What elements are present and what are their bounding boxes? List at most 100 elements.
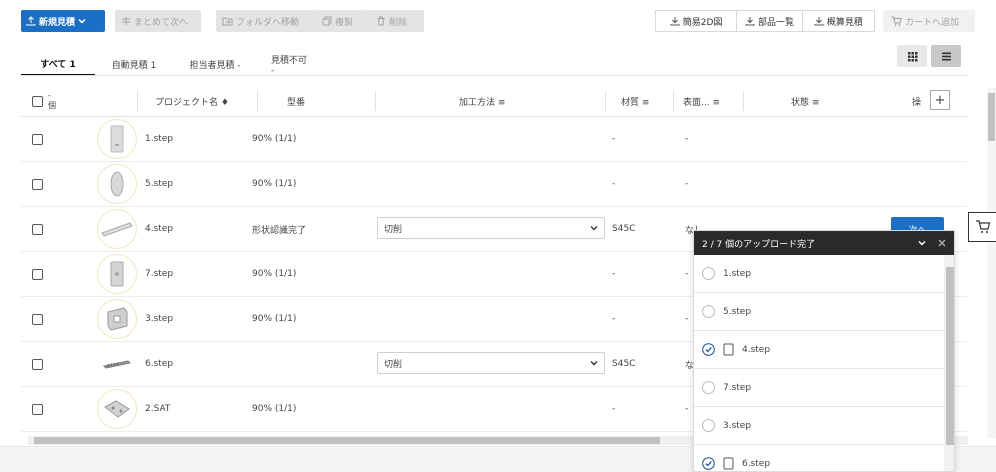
part-thumbnail[interactable] bbox=[97, 162, 137, 206]
simple-2d-label: 簡易2D図 bbox=[682, 17, 723, 28]
upload-file-name: 4.step bbox=[742, 344, 771, 355]
model-number-header[interactable]: 型番 bbox=[287, 85, 305, 117]
part-thumbnail[interactable] bbox=[97, 342, 137, 386]
check-circle-icon bbox=[702, 457, 715, 470]
upload-panel-scrollbar[interactable] bbox=[944, 255, 954, 471]
copy-icon bbox=[322, 16, 332, 26]
move-folder-button[interactable]: フォルダへ移動 bbox=[216, 10, 318, 32]
upload-status-title: 2 / 7 個のアップロード完了 bbox=[702, 239, 816, 250]
add-to-cart-button[interactable]: カートへ追加 bbox=[883, 10, 975, 32]
parts-list-button[interactable]: 部品一覧 bbox=[736, 11, 801, 31]
surface-header[interactable]: 表面... ≡ bbox=[683, 85, 720, 117]
part-thumbnail[interactable] bbox=[97, 207, 137, 251]
upload-item: 7.step bbox=[694, 369, 944, 407]
project-name[interactable]: 6.step bbox=[145, 342, 173, 386]
add-column-button[interactable]: + bbox=[930, 90, 950, 110]
new-quote-label: 新規見積 bbox=[39, 17, 76, 28]
row-checkbox[interactable] bbox=[32, 207, 43, 251]
grid-view-button[interactable] bbox=[897, 45, 927, 67]
material: S45C bbox=[612, 224, 636, 234]
filter-tabs: すべて 1 自動見積 1 担当者見積 - 見積不可 - bbox=[21, 52, 327, 76]
material: S45C bbox=[612, 359, 636, 369]
part-image bbox=[110, 261, 124, 287]
upload-item: 6.step bbox=[694, 445, 944, 471]
processing-method-header[interactable]: 加工方法 ≡ bbox=[459, 85, 505, 117]
merge-icon bbox=[122, 17, 130, 25]
close-icon[interactable] bbox=[938, 239, 946, 247]
select-all-checkbox[interactable] bbox=[32, 85, 43, 117]
project-name[interactable]: 1.step bbox=[145, 117, 173, 161]
material: - bbox=[612, 179, 616, 189]
part-thumbnail[interactable] bbox=[97, 297, 137, 341]
part-image bbox=[107, 307, 128, 331]
folder-move-icon bbox=[222, 17, 233, 26]
row-checkbox[interactable] bbox=[32, 342, 43, 386]
simple-2d-button[interactable]: 簡易2D図 bbox=[656, 11, 736, 31]
processing-method-select[interactable]: 切削 bbox=[377, 352, 605, 374]
part-thumbnail[interactable] bbox=[97, 252, 137, 296]
row-checkbox[interactable] bbox=[32, 162, 43, 206]
cart-icon bbox=[975, 220, 990, 233]
status-header[interactable]: 状態 ≡ bbox=[791, 85, 819, 117]
cart-side-tab[interactable] bbox=[968, 212, 996, 242]
upload-item: 4.step bbox=[694, 331, 944, 369]
tab-all[interactable]: すべて 1 bbox=[21, 52, 95, 76]
part-thumbnail[interactable] bbox=[97, 387, 137, 431]
approx-quote-button[interactable]: 概算見積 bbox=[801, 11, 874, 31]
file-icon bbox=[723, 343, 734, 356]
table-row[interactable]: 1.step 90% (1/1) - - bbox=[21, 117, 967, 162]
add-to-cart-label: カートへ追加 bbox=[905, 17, 960, 28]
list-icon bbox=[941, 52, 951, 60]
next-together-button[interactable]: まとめて次へ bbox=[115, 10, 201, 32]
table-row[interactable]: 5.step 90% (1/1) - - bbox=[21, 162, 967, 207]
project-name[interactable]: 5.step bbox=[145, 162, 173, 206]
file-icon bbox=[723, 457, 734, 470]
project-name[interactable]: 7.step bbox=[145, 252, 173, 296]
material: - bbox=[612, 314, 616, 324]
grid-icon bbox=[907, 51, 917, 61]
upload-panel-header: 2 / 7 個のアップロード完了 bbox=[694, 231, 954, 255]
tab-unquotable[interactable]: 見積不可 - bbox=[257, 52, 327, 76]
row-checkbox[interactable] bbox=[32, 297, 43, 341]
delete-label: 削除 bbox=[389, 17, 408, 28]
model-number: 90% (1/1) bbox=[252, 269, 297, 279]
trash-icon bbox=[377, 16, 385, 26]
upload-file-name: 3.step bbox=[723, 420, 752, 431]
material: - bbox=[612, 269, 616, 279]
model-number: 90% (1/1) bbox=[252, 134, 297, 144]
chevron-down-icon[interactable] bbox=[918, 239, 926, 247]
project-name[interactable]: 2.SAT bbox=[145, 387, 170, 431]
tab-auto-quote[interactable]: 自動見積 1 bbox=[95, 52, 173, 76]
row-checkbox[interactable] bbox=[32, 117, 43, 161]
delete-button[interactable]: 削除 bbox=[366, 10, 424, 32]
chevron-down-icon bbox=[590, 361, 598, 366]
copy-button[interactable]: 複製 bbox=[318, 10, 366, 32]
project-name[interactable]: 4.step bbox=[145, 207, 173, 251]
approx-quote-label: 概算見積 bbox=[826, 17, 863, 28]
cart-icon bbox=[891, 16, 902, 26]
project-name-header[interactable]: プロジェクト名 ♦ bbox=[155, 85, 255, 117]
vertical-scrollbar[interactable] bbox=[987, 88, 996, 438]
upload-file-name: 7.step bbox=[723, 382, 752, 393]
tab-staff-quote[interactable]: 担当者見積 - bbox=[173, 52, 257, 76]
project-name[interactable]: 3.step bbox=[145, 297, 173, 341]
pending-circle-icon bbox=[702, 381, 715, 394]
download-icon bbox=[670, 17, 680, 26]
row-checkbox[interactable] bbox=[32, 387, 43, 431]
model-number: 90% (1/1) bbox=[252, 179, 297, 189]
download-icon bbox=[745, 17, 755, 26]
model-number: 90% (1/1) bbox=[252, 404, 297, 414]
new-quote-button[interactable]: 新規見積 bbox=[21, 10, 105, 32]
surface-treatment: - bbox=[685, 269, 689, 279]
part-thumbnail[interactable] bbox=[97, 117, 137, 161]
upload-file-name: 5.step bbox=[723, 306, 752, 317]
material: - bbox=[612, 134, 616, 144]
upload-file-name: 1.step bbox=[723, 268, 752, 279]
list-view-button[interactable] bbox=[931, 45, 961, 67]
part-image bbox=[110, 171, 124, 197]
surface-treatment: - bbox=[685, 314, 689, 324]
processing-method-select[interactable]: 切削 bbox=[377, 217, 605, 239]
row-checkbox[interactable] bbox=[32, 252, 43, 296]
material-header[interactable]: 材質 ≡ bbox=[621, 85, 649, 117]
tab-divider bbox=[21, 75, 967, 76]
